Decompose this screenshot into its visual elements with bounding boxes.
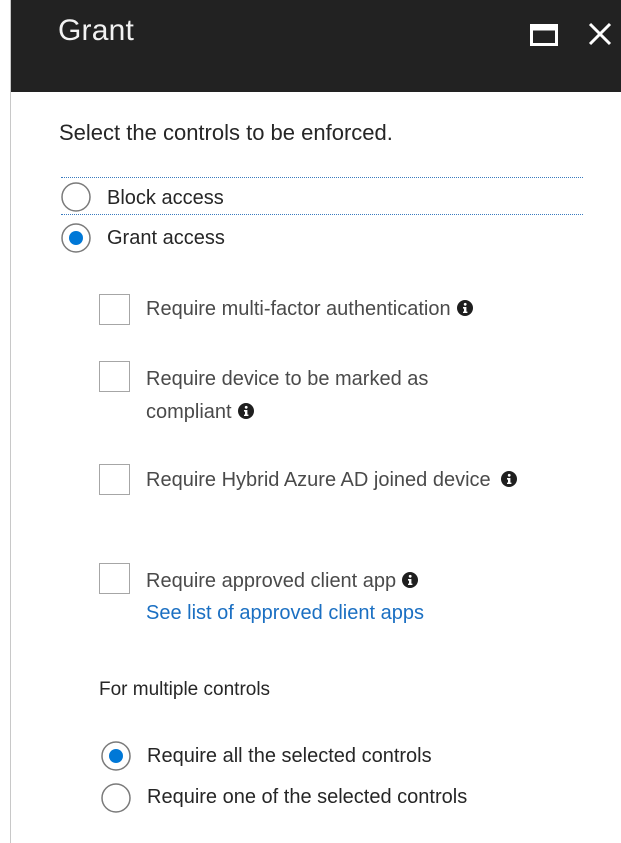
approved-app-checkbox[interactable]	[99, 563, 130, 594]
block-access-radio[interactable]	[61, 182, 91, 212]
maximize-icon[interactable]	[530, 24, 558, 46]
hybrid-device-label: Require Hybrid Azure AD joined device	[146, 469, 491, 491]
compliant-device-option: Require device to be marked as compliant	[146, 363, 506, 429]
close-icon[interactable]	[585, 19, 615, 49]
mfa-label: Require multi-factor authentication	[146, 298, 451, 320]
info-icon[interactable]	[456, 300, 473, 316]
block-access-label[interactable]: Block access	[107, 187, 224, 210]
mfa-option: Require multi-factor authentication	[146, 293, 566, 326]
instructions-text: Select the controls to be enforced.	[59, 120, 393, 145]
info-icon[interactable]	[237, 403, 254, 419]
info-icon[interactable]	[500, 471, 517, 487]
info-icon[interactable]	[402, 572, 419, 588]
compliant-device-checkbox[interactable]	[99, 361, 130, 392]
require-one-radio[interactable]	[101, 783, 131, 813]
grant-access-label[interactable]: Grant access	[107, 227, 225, 250]
grant-blade: Grant Select the controls to be enforced…	[10, 0, 621, 843]
hybrid-device-option: Require Hybrid Azure AD joined device	[146, 464, 566, 497]
hybrid-device-checkbox[interactable]	[99, 464, 130, 495]
focus-outline-bottom	[61, 214, 583, 215]
compliant-device-label: Require device to be marked as compliant	[146, 368, 429, 423]
blade-title: Grant	[58, 14, 135, 47]
approved-apps-link[interactable]: See list of approved client apps	[146, 602, 424, 625]
blade-header: Grant	[11, 0, 621, 92]
require-all-radio[interactable]	[101, 741, 131, 771]
require-one-label[interactable]: Require one of the selected controls	[147, 786, 467, 809]
approved-app-label: Require approved client app	[146, 570, 397, 592]
multiple-controls-title: For multiple controls	[99, 679, 271, 700]
mfa-checkbox[interactable]	[99, 294, 130, 325]
approved-app-option: Require approved client app	[146, 565, 566, 598]
focus-outline-top	[61, 177, 583, 178]
require-all-label[interactable]: Require all the selected controls	[147, 745, 432, 768]
grant-access-radio[interactable]	[61, 223, 91, 253]
